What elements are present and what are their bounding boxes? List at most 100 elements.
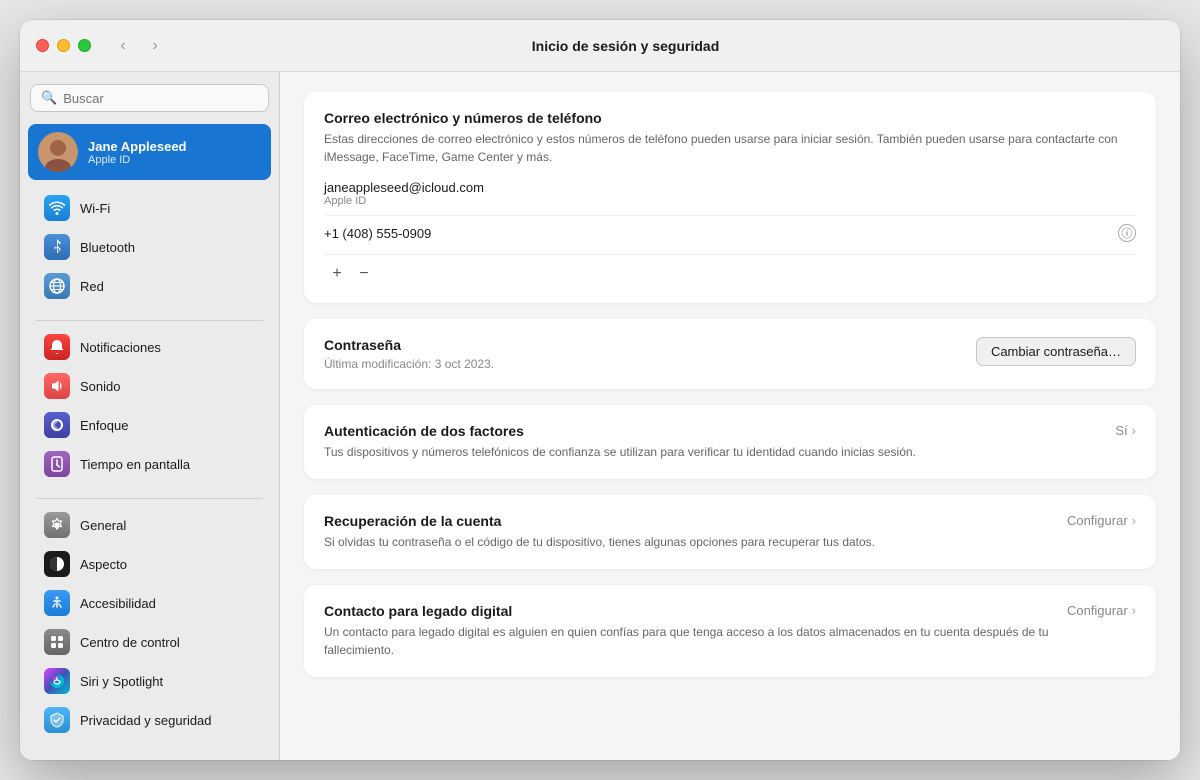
email-section-description: Estas direcciones de correo electrónico … xyxy=(324,130,1136,166)
sidebar-item-sound-label: Sonido xyxy=(80,379,120,394)
two-factor-description: Tus dispositivos y números telefónicos d… xyxy=(324,443,1107,461)
email-value: janeappleseed@icloud.com xyxy=(324,180,1136,195)
navigation-arrows: ‹ › xyxy=(111,34,167,58)
privacy-icon xyxy=(44,707,70,733)
appearance-icon xyxy=(44,551,70,577)
sidebar-item-focus-label: Enfoque xyxy=(80,418,128,433)
recovery-info: Recuperación de la cuenta Si olvidas tu … xyxy=(324,513,1067,551)
accessibility-icon xyxy=(44,590,70,616)
titlebar: ‹ › Inicio de sesión y seguridad xyxy=(20,20,1180,72)
email-section-title: Correo electrónico y números de teléfono xyxy=(324,110,1136,126)
content-area: 🔍 Jane Appleseed Apple ID xyxy=(20,72,1180,760)
forward-arrow[interactable]: › xyxy=(143,34,167,58)
phone-row: +1 (408) 555-0909 ⓘ xyxy=(324,215,1136,250)
sidebar-item-screentime-label: Tiempo en pantalla xyxy=(80,457,190,472)
legacy-info: Contacto para legado digital Un contacto… xyxy=(324,603,1067,659)
bluetooth-icon xyxy=(44,234,70,260)
back-arrow[interactable]: ‹ xyxy=(111,34,135,58)
sidebar-item-general[interactable]: General xyxy=(28,506,271,544)
two-factor-card: Autenticación de dos factores Tus dispos… xyxy=(304,405,1156,479)
sidebar-item-notifications[interactable]: Notificaciones xyxy=(28,328,271,366)
traffic-lights xyxy=(36,39,91,52)
notifications-icon xyxy=(44,334,70,360)
sidebar-item-notifications-label: Notificaciones xyxy=(80,340,161,355)
recovery-chevron: › xyxy=(1132,513,1136,528)
window-title: Inicio de sesión y seguridad xyxy=(167,38,1084,54)
legacy-card[interactable]: Contacto para legado digital Un contacto… xyxy=(304,585,1156,677)
two-factor-info: Autenticación de dos factores Tus dispos… xyxy=(324,423,1107,461)
legacy-chevron: › xyxy=(1132,603,1136,618)
remove-button[interactable]: − xyxy=(351,263,377,285)
search-input[interactable] xyxy=(63,91,258,106)
sidebar-section-system: Notificaciones Sonido xyxy=(20,327,279,484)
two-factor-title: Autenticación de dos factores xyxy=(324,423,1107,439)
legacy-action: Configurar › xyxy=(1067,603,1136,618)
sidebar-item-privacy[interactable]: Privacidad y seguridad xyxy=(28,701,271,739)
change-password-button[interactable]: Cambiar contraseña… xyxy=(976,337,1136,366)
two-factor-chevron: › xyxy=(1132,423,1136,438)
email-row: janeappleseed@icloud.com Apple ID xyxy=(324,180,1136,207)
sidebar-item-siri[interactable]: Siri y Spotlight xyxy=(28,662,271,700)
legacy-description: Un contacto para legado digital es algui… xyxy=(324,623,1067,659)
sidebar-item-controlcenter-label: Centro de control xyxy=(80,635,180,650)
add-button[interactable]: + xyxy=(324,263,350,285)
legacy-configurar: Configurar xyxy=(1067,603,1128,618)
recovery-description: Si olvidas tu contraseña o el código de … xyxy=(324,533,1067,551)
sidebar-item-privacy-label: Privacidad y seguridad xyxy=(80,713,212,728)
legacy-title: Contacto para legado digital xyxy=(324,603,1067,619)
password-last-modified: Última modificación: 3 oct 2023. xyxy=(324,357,494,371)
two-factor-status: Sí › xyxy=(1115,423,1136,438)
sidebar-item-screentime[interactable]: Tiempo en pantalla xyxy=(28,445,271,483)
two-factor-inner: Autenticación de dos factores Tus dispos… xyxy=(324,423,1136,461)
siri-icon xyxy=(44,668,70,694)
two-factor-status-label: Sí xyxy=(1115,423,1127,438)
divider-2 xyxy=(36,498,263,499)
sidebar-item-appearance[interactable]: Aspecto xyxy=(28,545,271,583)
sidebar-item-accessibility-label: Accesibilidad xyxy=(80,596,156,611)
close-button[interactable] xyxy=(36,39,49,52)
sidebar-item-wifi[interactable]: Wi-Fi xyxy=(28,189,271,227)
minimize-button[interactable] xyxy=(57,39,70,52)
sidebar-item-accessibility[interactable]: Accesibilidad xyxy=(28,584,271,622)
network-icon xyxy=(44,273,70,299)
sidebar-item-bluetooth-label: Bluetooth xyxy=(80,240,135,255)
info-icon[interactable]: ⓘ xyxy=(1118,224,1136,242)
email-phone-card: Correo electrónico y números de teléfono… xyxy=(304,92,1156,303)
recovery-title: Recuperación de la cuenta xyxy=(324,513,1067,529)
user-subtitle: Apple ID xyxy=(88,154,187,166)
sidebar-item-focus[interactable]: Enfoque xyxy=(28,406,271,444)
add-remove-row: + − xyxy=(324,254,1136,285)
sidebar-item-siri-label: Siri y Spotlight xyxy=(80,674,163,689)
password-card: Contraseña Última modificación: 3 oct 20… xyxy=(304,319,1156,389)
main-window: ‹ › Inicio de sesión y seguridad 🔍 xyxy=(20,20,1180,760)
avatar xyxy=(38,132,78,172)
user-name: Jane Appleseed xyxy=(88,139,187,154)
recovery-card[interactable]: Recuperación de la cuenta Si olvidas tu … xyxy=(304,495,1156,569)
search-box[interactable]: 🔍 xyxy=(30,84,269,112)
phone-value: +1 (408) 555-0909 xyxy=(324,226,431,241)
password-info: Contraseña Última modificación: 3 oct 20… xyxy=(324,337,494,371)
sidebar-section-network: Wi-Fi Bluetooth xyxy=(20,188,279,306)
main-content: Correo electrónico y números de teléfono… xyxy=(280,72,1180,760)
sidebar-item-wifi-label: Wi-Fi xyxy=(80,201,110,216)
wifi-icon xyxy=(44,195,70,221)
focus-icon xyxy=(44,412,70,438)
password-title: Contraseña xyxy=(324,337,494,353)
controlcenter-icon xyxy=(44,629,70,655)
sidebar-item-controlcenter[interactable]: Centro de control xyxy=(28,623,271,661)
divider-1 xyxy=(36,320,263,321)
sidebar-item-network-label: Red xyxy=(80,279,104,294)
email-label: Apple ID xyxy=(324,195,1136,207)
sidebar-item-appearance-label: Aspecto xyxy=(80,557,127,572)
sidebar-item-bluetooth[interactable]: Bluetooth xyxy=(28,228,271,266)
sidebar-section-preferences: General Aspecto xyxy=(20,505,279,740)
sidebar-item-general-label: General xyxy=(80,518,126,533)
user-profile-item[interactable]: Jane Appleseed Apple ID xyxy=(28,124,271,180)
sidebar-item-sound[interactable]: Sonido xyxy=(28,367,271,405)
user-info: Jane Appleseed Apple ID xyxy=(88,139,187,166)
maximize-button[interactable] xyxy=(78,39,91,52)
sidebar-item-network[interactable]: Red xyxy=(28,267,271,305)
search-icon: 🔍 xyxy=(41,90,57,106)
recovery-configurar: Configurar xyxy=(1067,513,1128,528)
recovery-action: Configurar › xyxy=(1067,513,1136,528)
